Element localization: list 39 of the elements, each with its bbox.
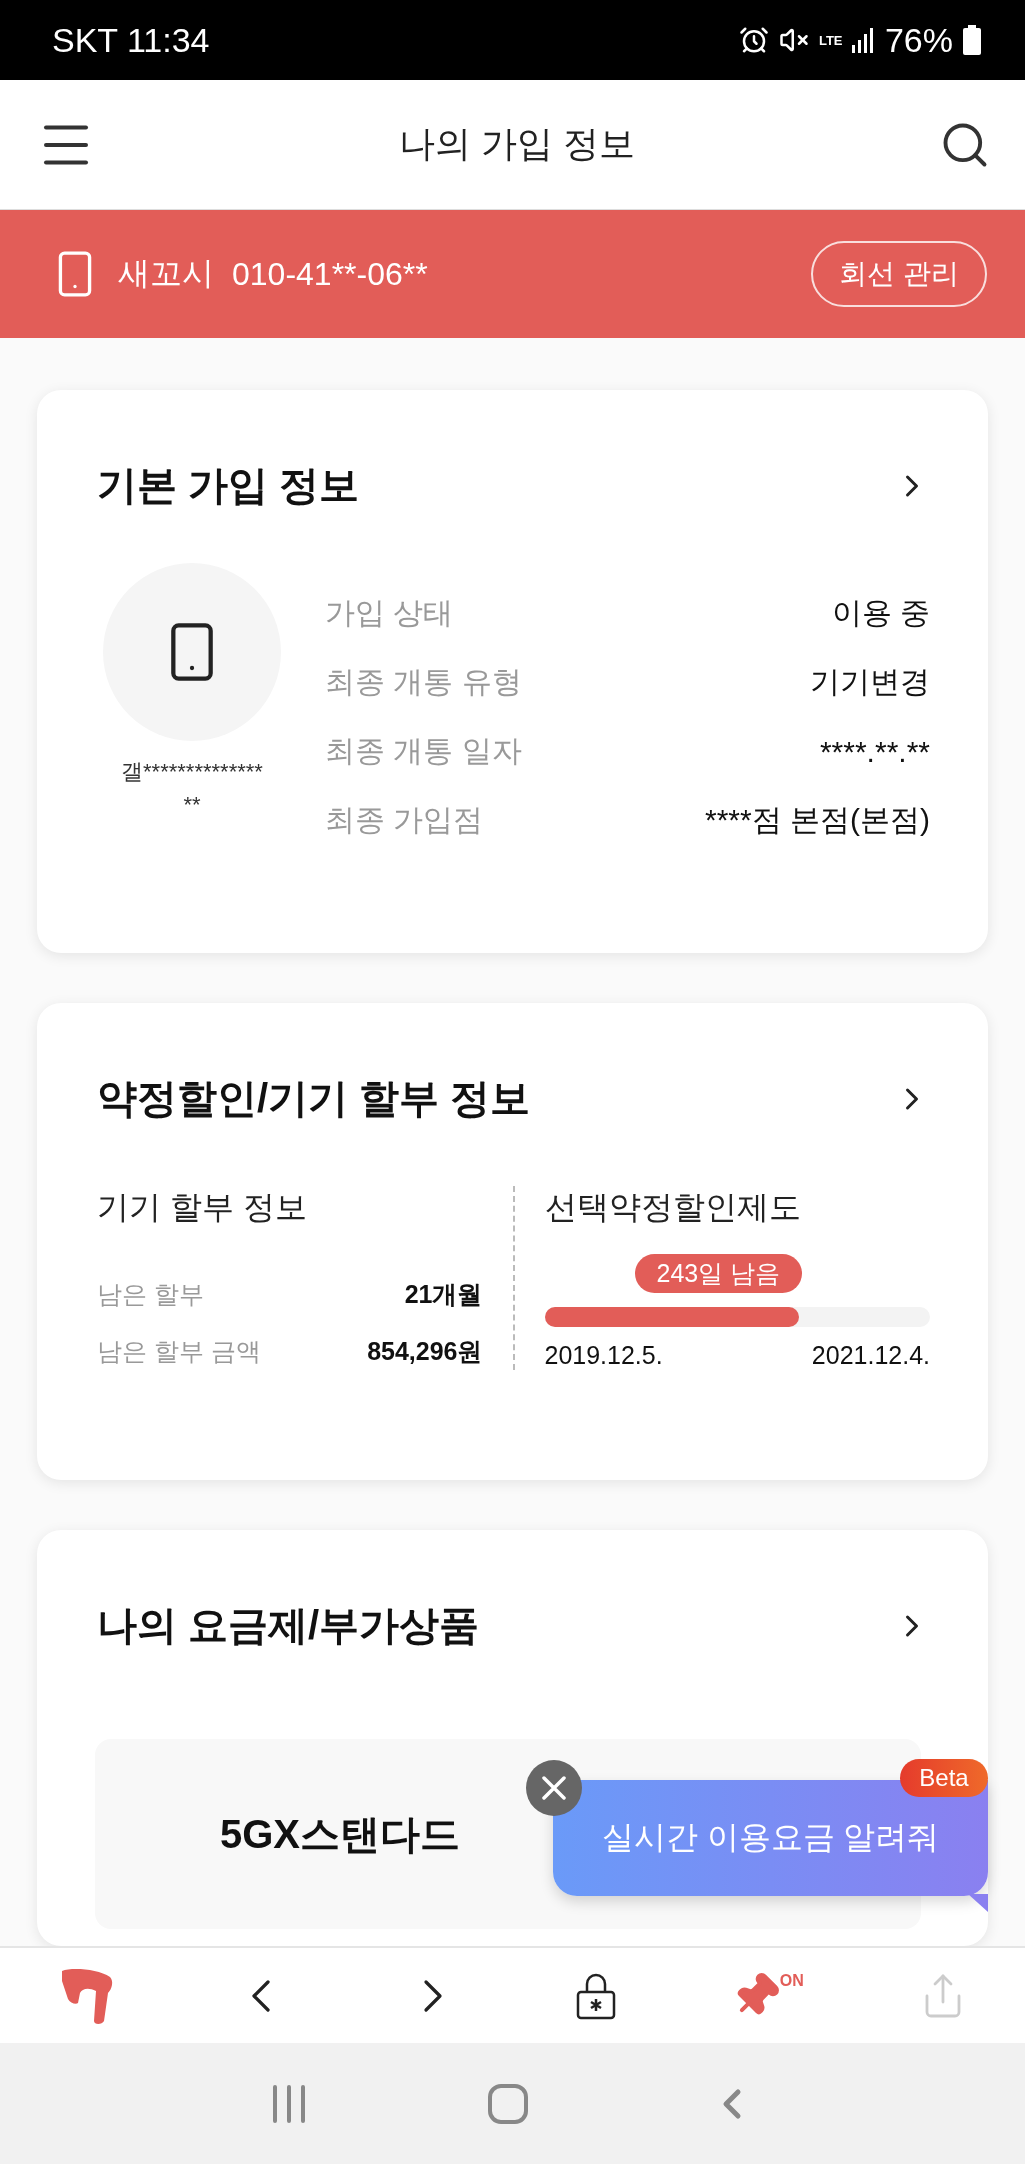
end-date: 2021.12.4. (811, 1341, 930, 1370)
card-title: 나의 요금제/부가상품 (97, 1602, 480, 1649)
info-label: 남은 할부 금액 (97, 1336, 261, 1367)
line-name: 새꼬시 (118, 254, 214, 293)
info-label: 최종 개통 일자 (325, 733, 522, 769)
info-value: 이용 중 (831, 595, 930, 631)
card-title: 기본 가입 정보 (97, 462, 360, 509)
beta-badge: Beta (900, 1759, 988, 1797)
device-name: ** (183, 791, 201, 819)
battery-percent: 76% (884, 20, 953, 60)
close-icon (541, 1775, 567, 1801)
network-type: LTE (818, 33, 841, 47)
info-label: 최종 개통 유형 (325, 664, 522, 700)
line-manage-button[interactable]: 회선 관리 (811, 241, 987, 307)
home-icon[interactable] (487, 2082, 530, 2125)
info-label: 가입 상태 (325, 595, 454, 631)
section-title: 기기 할부 정보 (97, 1188, 308, 1227)
start-date: 2019.12.5. (544, 1341, 663, 1370)
section-title: 선택약정할인제도 (544, 1188, 802, 1227)
pin-button[interactable]: ON (731, 1971, 804, 2020)
page-title: 나의 가입 정보 (399, 122, 636, 166)
info-label: 최종 가입점 (325, 802, 484, 838)
info-value: 기기변경 (810, 664, 930, 700)
status-time: SKT 11:34 (52, 20, 210, 60)
info-value: 854,296원 (367, 1336, 483, 1367)
alarm-icon (738, 25, 769, 55)
signal-icon (850, 27, 875, 53)
device-name: 갤************** (121, 758, 263, 786)
lock-button[interactable] (576, 1971, 617, 2020)
card-title: 약정할인/기기 할부 정보 (97, 1075, 531, 1122)
info-value: 21개월 (404, 1279, 483, 1310)
info-label: 남은 할부 (97, 1279, 204, 1310)
popup-tail-icon (968, 1894, 988, 1912)
line-number: 010-41**-06** (232, 255, 428, 293)
info-value: ****.**.** (819, 734, 930, 769)
battery-icon (963, 25, 981, 55)
plan-name: 5GX스탠다드 (220, 1810, 461, 1858)
info-value: ****점 본점(본점) (705, 802, 930, 838)
remaining-days-badge: 243일 남음 (634, 1254, 803, 1293)
